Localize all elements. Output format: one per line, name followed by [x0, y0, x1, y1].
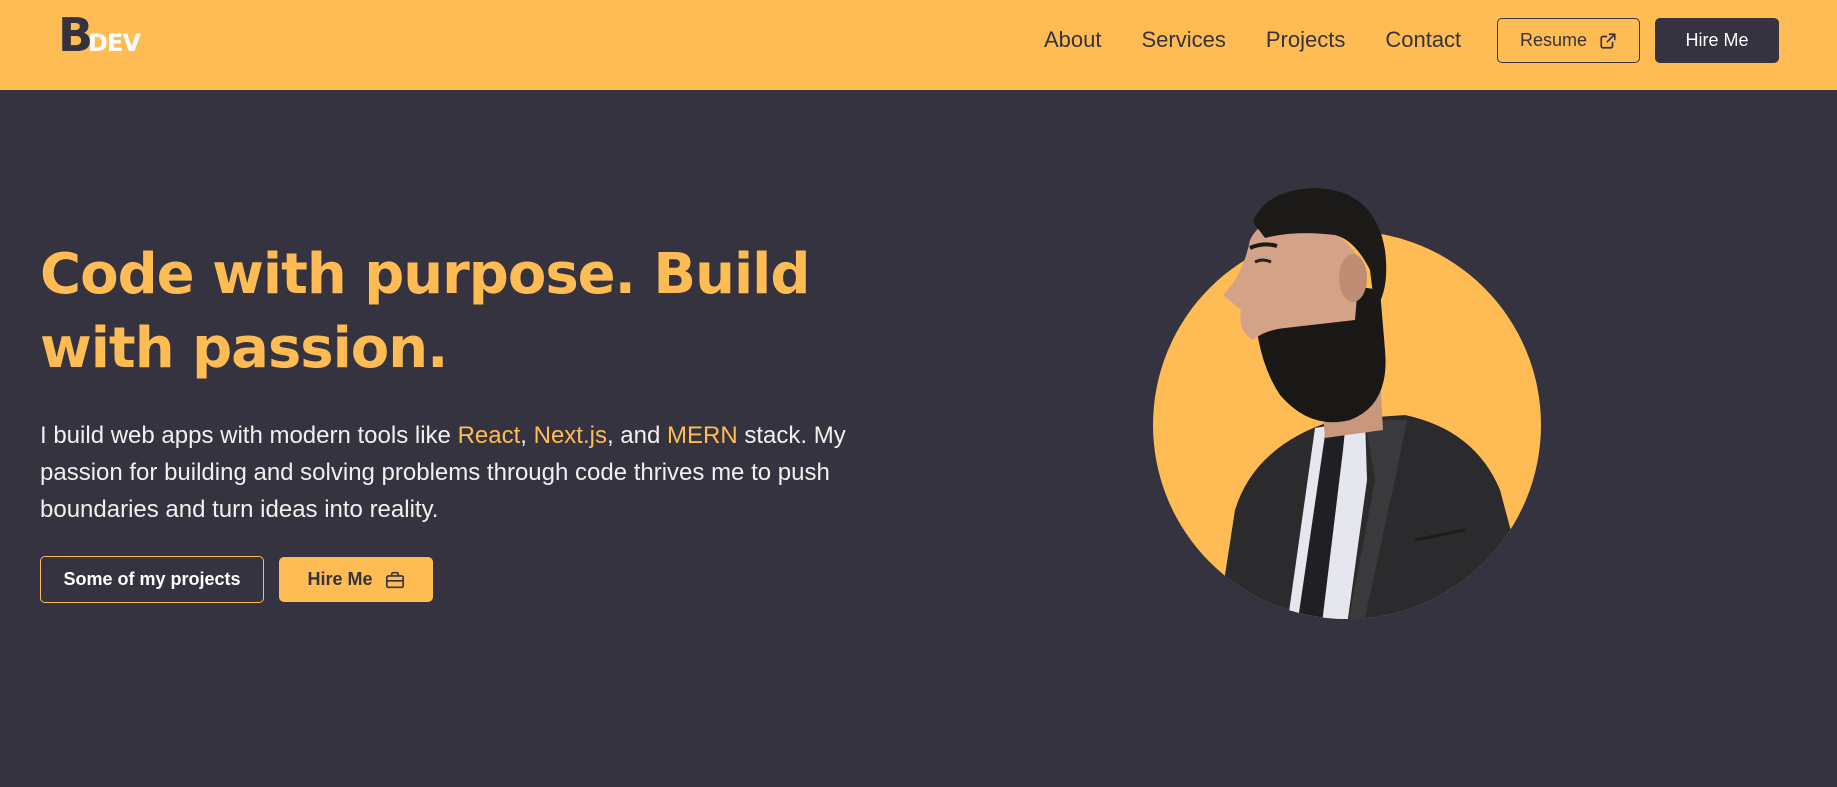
tech-nextjs: Next.js	[533, 422, 607, 449]
navbar: B DEV About Services Projects Contact Re…	[0, 0, 1837, 90]
nav-link-projects[interactable]: Projects	[1266, 27, 1345, 53]
external-link-icon	[1600, 32, 1616, 49]
nav-link-contact[interactable]: Contact	[1385, 27, 1461, 53]
tech-mern: MERN	[667, 422, 738, 449]
hire-me-nav-button[interactable]: Hire Me	[1655, 18, 1779, 63]
nav-link-about[interactable]: About	[1044, 27, 1102, 53]
hero-description: I build web apps with modern tools like …	[40, 417, 920, 528]
logo-link[interactable]: B DEV	[58, 8, 148, 62]
nav-links: About Services Projects Contact	[1044, 0, 1461, 80]
portrait-photo	[1153, 188, 1541, 619]
hero-title: Code with purpose. Build with passion.	[40, 242, 810, 381]
briefcase-icon	[385, 571, 404, 588]
hire-me-hero-button[interactable]: Hire Me	[279, 557, 433, 602]
projects-button[interactable]: Some of my projects	[40, 556, 264, 603]
logo-text: DEV	[88, 29, 141, 57]
hero-description-sep1: ,	[520, 422, 534, 449]
tech-react: React	[457, 422, 521, 449]
hero-description-sep2: , and	[606, 422, 668, 449]
resume-button[interactable]: Resume	[1497, 18, 1640, 63]
resume-button-label: Resume	[1519, 30, 1588, 50]
hire-me-hero-label: Hire Me	[307, 569, 373, 589]
hero-description-prefix: I build web apps with modern tools like	[40, 422, 458, 449]
nav-link-services[interactable]: Services	[1142, 27, 1226, 53]
logo-letter: B	[58, 8, 93, 62]
